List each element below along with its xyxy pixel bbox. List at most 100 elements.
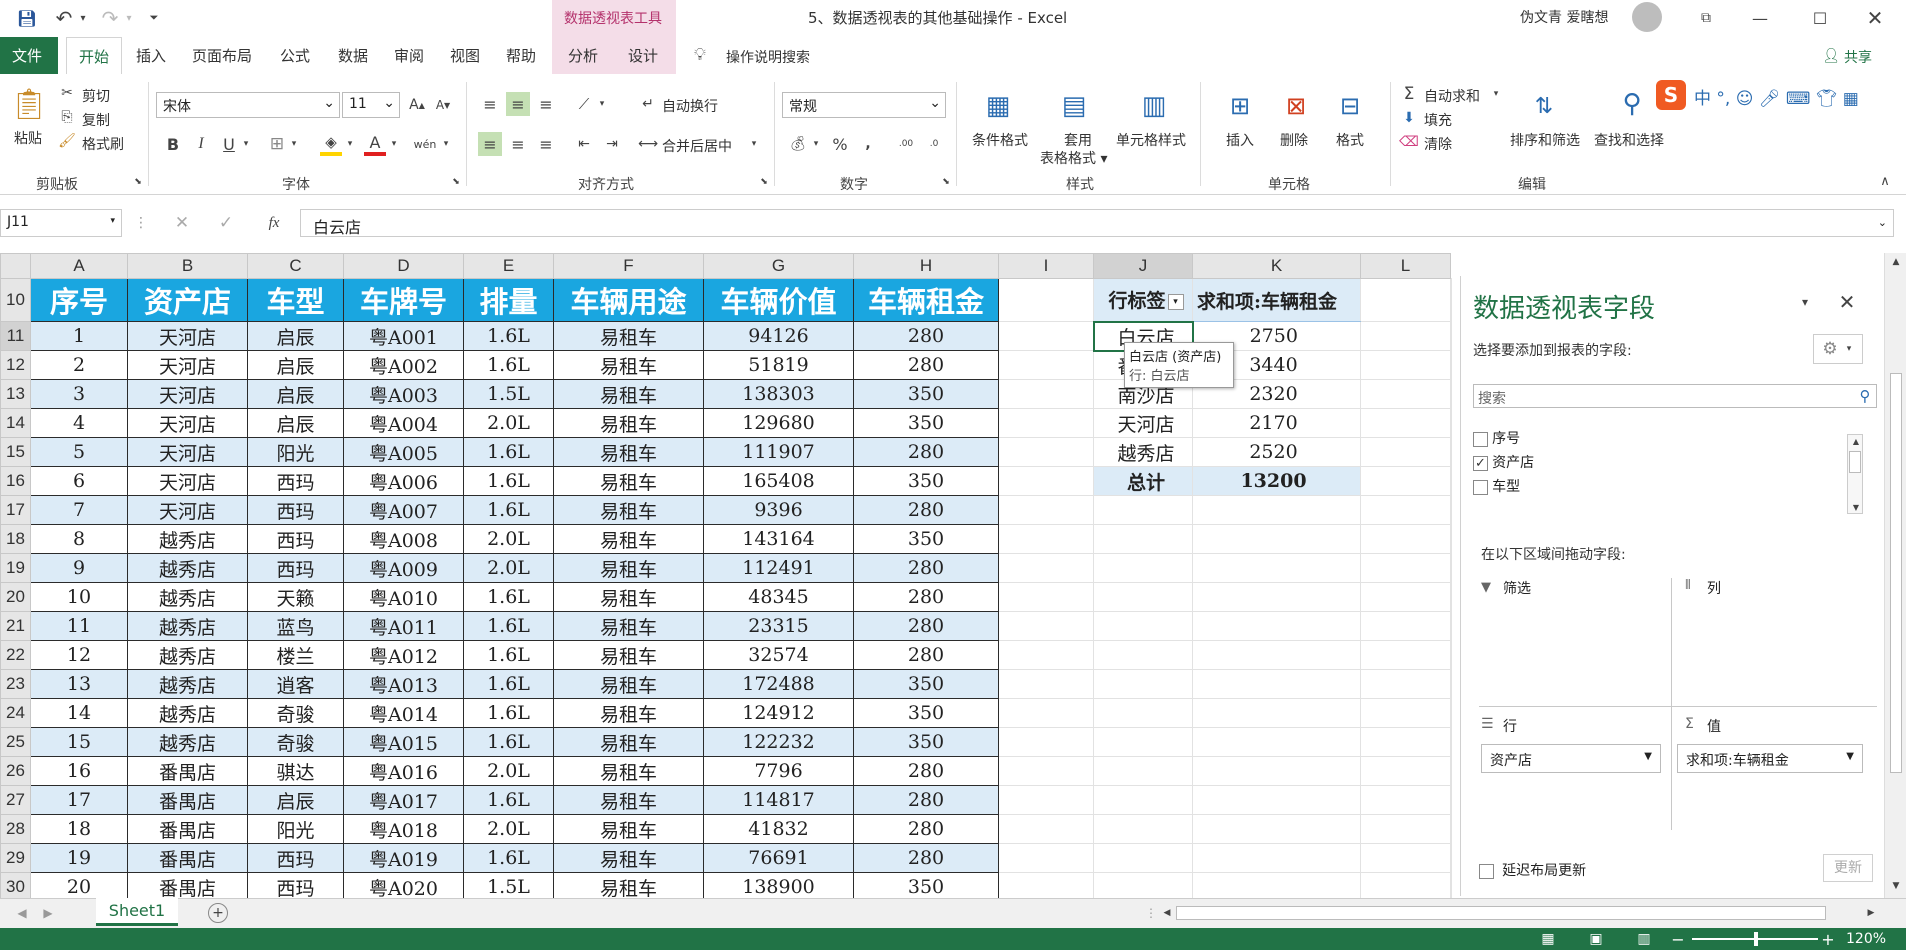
empty-cell[interactable]	[1360, 640, 1451, 670]
tab-file[interactable]: 文件	[0, 37, 58, 74]
table-cell[interactable]: 越秀店	[127, 553, 248, 583]
cancel-entry-icon[interactable]: ✕	[170, 211, 194, 235]
column-header[interactable]: E	[463, 253, 554, 279]
decrease-decimal-icon[interactable]: .0	[922, 132, 946, 156]
table-cell[interactable]: 280	[853, 756, 999, 786]
empty-cell[interactable]	[1192, 843, 1361, 873]
empty-cell[interactable]	[1450, 756, 1452, 786]
column-header[interactable]: F	[553, 253, 704, 279]
close-icon[interactable]: ✕	[1860, 4, 1890, 32]
table-cell[interactable]: 启辰	[247, 379, 344, 409]
table-cell[interactable]: 1.6L	[463, 437, 554, 467]
table-cell[interactable]: 280	[853, 321, 999, 351]
row-header[interactable]: 22	[0, 640, 31, 670]
tab-formulas[interactable]: 公式	[280, 45, 310, 66]
table-cell[interactable]: 番禺店	[127, 785, 248, 815]
autosum-button[interactable]: 自动求和	[1424, 86, 1480, 106]
vertical-scrollbar[interactable]: ▲ ▼	[1884, 253, 1906, 898]
table-cell[interactable]: 粤A003	[343, 379, 464, 409]
table-cell[interactable]: 1.6L	[463, 843, 554, 873]
table-cell[interactable]: 易租车	[553, 698, 704, 728]
table-cell[interactable]: 9	[30, 553, 128, 583]
align-top-icon[interactable]: ≡	[478, 92, 502, 116]
table-cell[interactable]: 楼兰	[247, 640, 344, 670]
table-cell[interactable]: 粤A009	[343, 553, 464, 583]
table-cell[interactable]: 124912	[703, 698, 854, 728]
avatar[interactable]	[1632, 2, 1662, 32]
drag-handle-icon[interactable]: ⋮	[134, 213, 148, 233]
row-header[interactable]: 27	[0, 785, 31, 815]
field-item[interactable]: 序号	[1473, 428, 1520, 448]
new-sheet-icon[interactable]: +	[208, 903, 228, 923]
empty-cell[interactable]	[1360, 843, 1451, 873]
table-cell[interactable]: 280	[853, 350, 999, 380]
cell-styles-icon[interactable]: ▥	[1134, 86, 1174, 126]
cut-icon[interactable]: ✂	[58, 84, 76, 102]
empty-cell[interactable]	[1450, 785, 1452, 815]
row-header[interactable]: 21	[0, 611, 31, 641]
empty-cell[interactable]	[1360, 379, 1451, 409]
table-cell[interactable]: 序号	[30, 278, 128, 322]
copy-icon[interactable]: ⎘	[58, 108, 76, 126]
cell-styles-button[interactable]: 单元格样式	[1116, 130, 1186, 150]
empty-cell[interactable]	[1093, 756, 1193, 786]
copy-button[interactable]: 复制	[82, 110, 110, 130]
empty-cell[interactable]	[1360, 669, 1451, 699]
ime-logo-icon[interactable]: S	[1656, 80, 1686, 110]
table-cell[interactable]: 1.6L	[463, 727, 554, 757]
autosum-icon[interactable]: Σ	[1400, 84, 1418, 104]
table-cell[interactable]: 奇骏	[247, 727, 344, 757]
column-header[interactable]: L	[1360, 253, 1451, 279]
align-center-icon[interactable]: ≡	[506, 132, 530, 156]
column-header[interactable]: J	[1093, 253, 1193, 279]
empty-cell[interactable]	[1093, 640, 1193, 670]
table-cell[interactable]: 粤A016	[343, 756, 464, 786]
table-cell[interactable]: 易租车	[553, 350, 704, 380]
table-cell[interactable]: 易租车	[553, 785, 704, 815]
table-cell[interactable]: 1.6L	[463, 582, 554, 612]
empty-cell[interactable]	[1192, 785, 1361, 815]
table-cell[interactable]: 1.6L	[463, 785, 554, 815]
paste-button[interactable]: 粘贴	[14, 128, 42, 148]
table-cell[interactable]: 越秀店	[127, 611, 248, 641]
row-header[interactable]: 19	[0, 553, 31, 583]
empty-cell[interactable]	[1360, 524, 1451, 554]
empty-cell[interactable]	[1093, 872, 1193, 898]
defer-update-checkbox[interactable]	[1479, 864, 1494, 879]
table-cell[interactable]: 280	[853, 553, 999, 583]
table-cell[interactable]: 2.0L	[463, 814, 554, 844]
pane-close-icon[interactable]: ✕	[1835, 290, 1859, 314]
table-cell[interactable]: 17	[30, 785, 128, 815]
scroll-up-icon[interactable]: ▲	[1850, 435, 1862, 447]
scroll-up-icon[interactable]: ▲	[1889, 255, 1903, 269]
prev-sheet-icon[interactable]: ◀	[14, 905, 30, 921]
table-cell[interactable]: 粤A011	[343, 611, 464, 641]
format-as-table-label-2[interactable]: 表格格式 ▾	[1040, 148, 1107, 168]
field-checkbox-checked[interactable]: ✓	[1473, 456, 1488, 471]
phonetic-dropdown-icon[interactable]: ▾	[440, 132, 452, 156]
table-cell[interactable]: 天河店	[127, 437, 248, 467]
table-cell[interactable]: 138900	[703, 872, 854, 898]
table-cell[interactable]: 启辰	[247, 785, 344, 815]
table-cell[interactable]: 粤A017	[343, 785, 464, 815]
empty-cell[interactable]	[1360, 727, 1451, 757]
increase-decimal-icon[interactable]: .00	[894, 132, 918, 156]
empty-cell[interactable]	[1360, 350, 1451, 380]
clipboard-launcher-icon[interactable]: ⬊	[132, 176, 144, 188]
underline-icon[interactable]: U	[218, 132, 240, 156]
insert-cells-icon[interactable]: ⊞	[1222, 86, 1258, 126]
tab-design[interactable]: 设计	[628, 45, 658, 66]
table-cell[interactable]: 12	[30, 640, 128, 670]
table-cell[interactable]: 西玛	[247, 553, 344, 583]
font-size-select[interactable]: 11 ⌄	[342, 92, 400, 118]
empty-cell[interactable]	[1450, 640, 1452, 670]
table-cell[interactable]: 车型	[247, 278, 344, 322]
undo-dropdown-icon[interactable]: ▾	[76, 8, 90, 28]
table-cell[interactable]: 280	[853, 495, 999, 525]
empty-cell[interactable]	[1192, 553, 1361, 583]
empty-cell[interactable]	[1192, 611, 1361, 641]
table-cell[interactable]: 1.6L	[463, 698, 554, 728]
table-cell[interactable]: 阳光	[247, 814, 344, 844]
delete-cells-icon[interactable]: ⊠	[1278, 86, 1314, 126]
table-cell[interactable]: 粤A012	[343, 640, 464, 670]
